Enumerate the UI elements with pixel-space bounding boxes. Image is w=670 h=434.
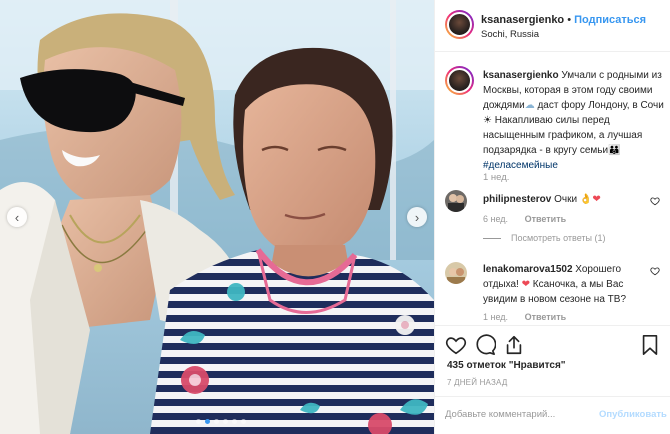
author-avatar[interactable] — [445, 10, 474, 39]
photo-illustration — [0, 0, 434, 434]
separator-dot: • — [567, 14, 572, 26]
comment-text: lenakomarova1502 Хорошего отдыха! ❤ Ксан… — [483, 262, 643, 307]
comment-like-heart-icon[interactable] — [650, 266, 660, 276]
commenter-username[interactable]: philipnesterov — [483, 194, 551, 205]
author-line: ksanasergienko • Подписаться — [481, 14, 646, 26]
previous-photo-button[interactable]: ‹ — [7, 207, 27, 227]
heart-icon[interactable] — [445, 334, 467, 356]
comment-emoji: ❤ — [521, 279, 531, 290]
bookmark-icon[interactable] — [639, 334, 661, 356]
caption-hashtag[interactable]: #деласемейные — [483, 160, 558, 171]
reply-button[interactable]: Ответить — [525, 312, 567, 322]
commenter-avatar[interactable] — [445, 262, 467, 284]
view-replies-label: Посмотреть ответы (1) — [511, 233, 606, 243]
follow-button[interactable]: Подписаться — [574, 14, 646, 26]
caption-author-avatar[interactable] — [445, 66, 474, 95]
comment-text: philipnesterov Очки 👌❤ — [483, 192, 643, 207]
caption-text-part-2: даст фору Лондону, в Сочи — [537, 100, 664, 111]
share-icon[interactable] — [503, 334, 525, 356]
comment-timestamp: 1 нед. — [483, 312, 509, 322]
chevron-left-icon: ‹ — [14, 209, 20, 225]
post-photo[interactable]: ‹ › — [0, 0, 434, 434]
comment-body: Очки — [554, 194, 578, 205]
comment-meta: 1 нед. Ответить — [483, 312, 580, 322]
action-bar — [435, 325, 670, 363]
family-emoji: 👪 — [608, 145, 621, 156]
author-username[interactable]: ksanasergienko — [481, 14, 564, 26]
caption-text: ksanasergienko Умчали с родными из Москв… — [483, 68, 665, 173]
commenter-avatar[interactable] — [445, 190, 467, 212]
view-replies-link[interactable]: Посмотреть ответы (1) — [483, 233, 606, 243]
caption-timestamp: 1 нед. — [483, 172, 510, 183]
comment-like-heart-icon[interactable] — [650, 196, 660, 206]
comment-input[interactable] — [445, 409, 585, 420]
reply-button[interactable]: Ответить — [525, 214, 567, 224]
comment-meta: 6 нед. Ответить — [483, 214, 580, 224]
carousel-dot — [241, 419, 246, 424]
chevron-right-icon: › — [414, 209, 420, 225]
post-date: 7 ДНЕЙ НАЗАД — [447, 378, 508, 387]
carousel-dot-active — [205, 419, 210, 424]
carousel-dot — [223, 419, 228, 424]
add-comment-box: Опубликовать — [435, 396, 670, 434]
sun-emoji: ☀ — [483, 115, 492, 126]
comment-emoji: 👌❤ — [579, 194, 601, 205]
instagram-post: ‹ › ksanasergienko • Подписаться Sochi, … — [0, 0, 670, 434]
carousel-dot — [214, 419, 219, 424]
publish-button[interactable]: Опубликовать — [599, 409, 667, 420]
post-header: ksanasergienko • Подписаться Sochi, Russ… — [435, 0, 670, 52]
carousel-dot — [196, 419, 201, 424]
replies-line — [483, 238, 501, 240]
likes-count[interactable]: 435 отметок "Нравится" — [447, 360, 566, 371]
commenter-username[interactable]: lenakomarova1502 — [483, 264, 573, 275]
carousel-indicator — [196, 419, 246, 424]
comment-icon[interactable] — [474, 334, 496, 356]
post-location[interactable]: Sochi, Russia — [481, 29, 539, 40]
comment-timestamp: 6 нед. — [483, 214, 509, 224]
caption-username[interactable]: ksanasergienko — [483, 70, 559, 81]
carousel-dot — [232, 419, 237, 424]
post-side-panel: ksanasergienko • Подписаться Sochi, Russ… — [434, 0, 670, 434]
next-photo-button[interactable]: › — [407, 207, 427, 227]
cloud-emoji: ☁ — [524, 100, 535, 111]
